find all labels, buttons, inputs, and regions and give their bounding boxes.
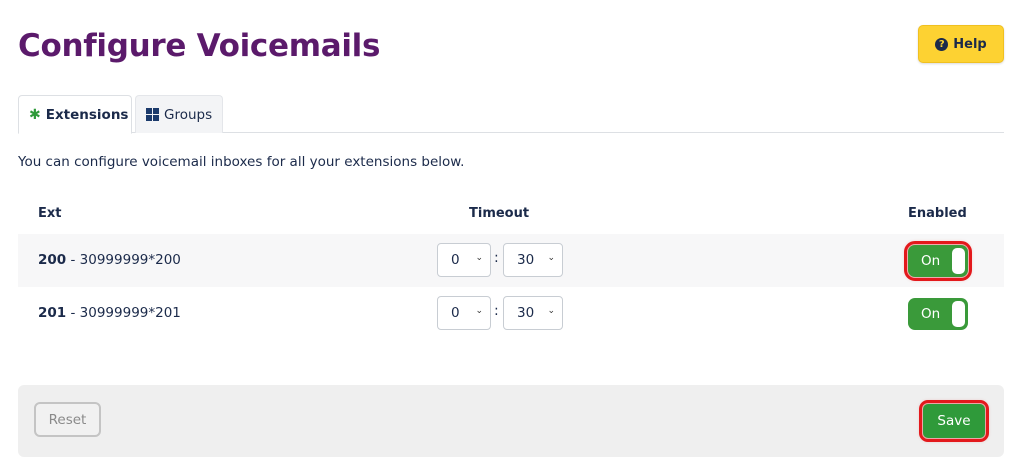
enabled-toggle-label: On [921,253,941,269]
toggle-knob [952,301,965,327]
extension-number: 200 [38,252,67,268]
column-header-timeout: Timeout [469,206,530,221]
enabled-toggle[interactable]: On [904,241,972,281]
chevron-down-icon: ⌄ [475,306,483,316]
timeout-minutes-value: 30 [517,305,535,321]
chevron-down-icon: ⌄ [475,253,483,263]
reset-button[interactable]: Reset [34,402,101,437]
timeout-minutes-select[interactable]: 30 ⌄ [503,243,563,277]
enabled-toggle[interactable]: On [908,298,968,330]
question-circle-icon: ? [935,37,949,51]
chevron-down-icon: ⌄ [547,306,555,316]
time-separator: : [494,303,499,319]
table-row: 201 - 30999999*201 0 ⌄ : 30 ⌄ On [18,287,1004,340]
help-button[interactable]: ? Help [918,25,1004,63]
extension-dial-string: 30999999*201 [79,305,181,321]
form-footer: Reset Save [18,385,1004,457]
extension-separator: - [66,252,80,268]
grid-icon [146,108,159,121]
page-title: Configure Voicemails [18,28,381,64]
timeout-hours-select[interactable]: 0 ⌄ [437,296,491,330]
column-header-enabled: Enabled [908,206,967,221]
asterisk-icon: ✱ [29,106,41,123]
timeout-minutes-select[interactable]: 30 ⌄ [503,296,563,330]
tab-extensions[interactable]: ✱ Extensions [18,95,132,134]
timeout-hours-value: 0 [451,305,460,321]
extension-cell: 200 - 30999999*200 [38,252,181,268]
tab-groups[interactable]: Groups [135,95,223,133]
help-button-label: Help [953,36,987,52]
tab-extensions-label: Extensions [45,106,129,123]
timeout-hours-value: 0 [451,252,460,268]
extension-number: 201 [38,305,67,321]
timeout-hours-select[interactable]: 0 ⌄ [437,243,491,277]
table-row: 200 - 30999999*200 0 ⌄ : 30 ⌄ On [18,234,1004,287]
tab-bar: ✱ Extensions Groups [18,95,1004,134]
column-header-ext: Ext [38,206,62,221]
intro-text: You can configure voicemail inboxes for … [18,154,465,170]
extension-dial-string: 30999999*200 [79,252,181,268]
timeout-minutes-value: 30 [517,252,535,268]
extension-cell: 201 - 30999999*201 [38,305,181,321]
enabled-toggle-label: On [921,306,941,322]
extension-separator: - [66,305,80,321]
tab-groups-label: Groups [164,106,213,123]
chevron-down-icon: ⌄ [547,253,555,263]
toggle-knob [952,248,965,274]
time-separator: : [494,250,499,266]
save-button[interactable]: Save [919,400,989,442]
